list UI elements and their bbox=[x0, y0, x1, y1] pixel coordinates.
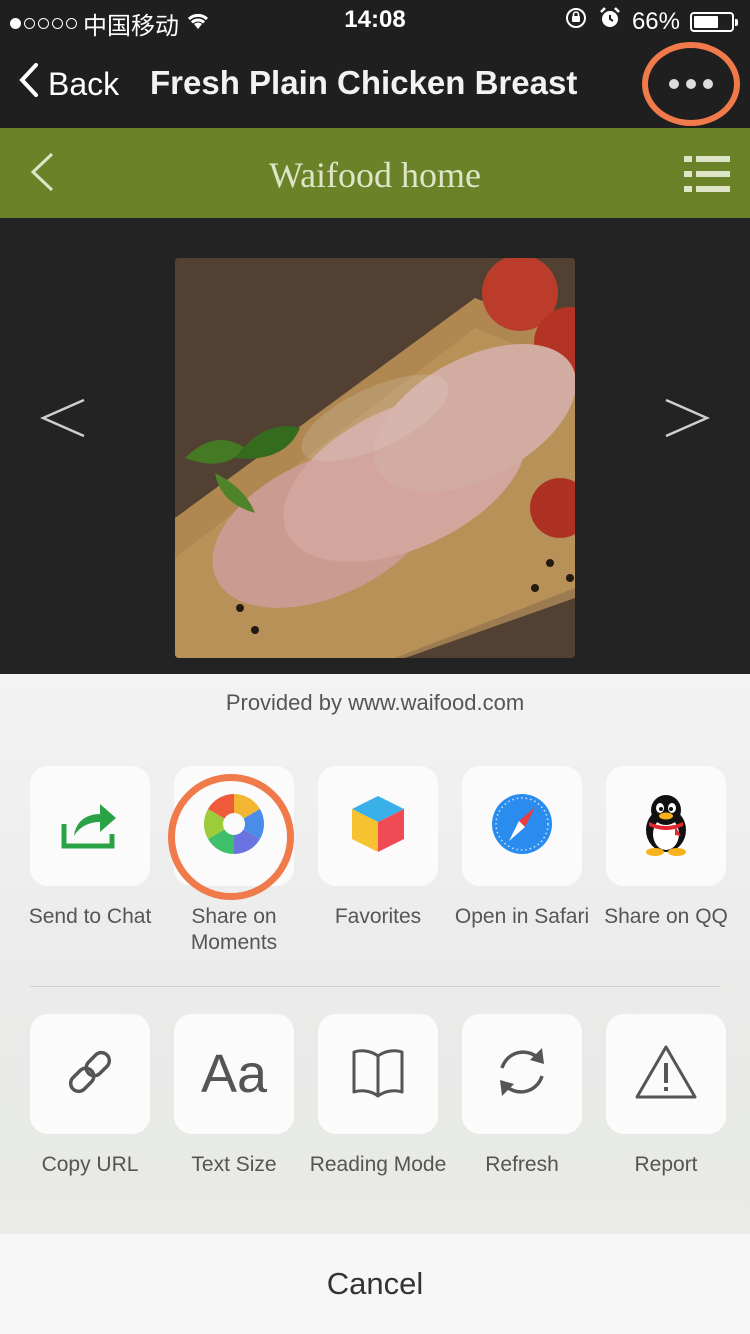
back-button[interactable]: Back bbox=[18, 62, 119, 106]
gallery-next-button[interactable] bbox=[664, 398, 711, 443]
sheet-divider bbox=[30, 986, 720, 987]
refresh-tile[interactable] bbox=[462, 1014, 582, 1134]
share-on-qq-button[interactable]: Share on QQ bbox=[604, 766, 728, 930]
chevron-left-icon bbox=[18, 62, 40, 106]
more-dots-icon bbox=[669, 79, 679, 89]
open-in-safari-button[interactable]: Open in Safari bbox=[455, 766, 589, 930]
provided-by-text: Provided by www.waifood.com bbox=[225, 690, 525, 715]
open-in-safari-tile[interactable] bbox=[462, 766, 582, 886]
status-bar: 中国移动 14:08 66% bbox=[0, 0, 750, 40]
cancel-button[interactable]: Cancel bbox=[0, 1234, 750, 1334]
page-title: Fresh Plain Chicken Breast bbox=[150, 64, 578, 101]
site-header: Waifood home bbox=[0, 128, 750, 218]
link-icon bbox=[60, 1042, 120, 1107]
warning-icon bbox=[634, 1043, 698, 1106]
send-to-chat-button[interactable]: Send to Chat bbox=[29, 766, 151, 930]
favorites-button[interactable]: Favorites bbox=[318, 766, 438, 930]
safari-compass-icon bbox=[491, 793, 553, 860]
list-menu-icon bbox=[684, 156, 730, 196]
battery-percent: 66% bbox=[631, 7, 680, 35]
moments-aperture-icon bbox=[202, 792, 266, 861]
favorites-cube-icon bbox=[348, 792, 408, 861]
book-icon bbox=[350, 1046, 406, 1103]
nav-bar: Back Fresh Plain Chicken Breast bbox=[0, 40, 750, 128]
text-size-button[interactable]: Aa Text Size bbox=[174, 1014, 294, 1178]
report-tile[interactable] bbox=[606, 1014, 726, 1134]
copy-url-tile[interactable] bbox=[30, 1014, 150, 1134]
favorites-label: Favorites bbox=[334, 905, 422, 928]
text-size-label: Text Size bbox=[191, 1153, 277, 1176]
share-arrow-icon bbox=[60, 798, 120, 855]
open-in-safari-label: Open in Safari bbox=[454, 905, 590, 928]
back-label: Back bbox=[48, 65, 120, 102]
angle-left-icon bbox=[39, 398, 86, 442]
share-on-moments-tile[interactable] bbox=[174, 766, 294, 886]
product-gallery bbox=[0, 218, 750, 674]
share-on-qq-tile[interactable] bbox=[606, 766, 726, 886]
qq-penguin-icon bbox=[639, 792, 693, 861]
send-to-chat-tile[interactable] bbox=[30, 766, 150, 886]
more-button[interactable] bbox=[642, 42, 740, 126]
share-on-qq-label: Share on QQ bbox=[604, 905, 728, 928]
text-size-tile[interactable]: Aa bbox=[174, 1014, 294, 1134]
refresh-icon bbox=[492, 1042, 552, 1107]
battery-icon bbox=[690, 11, 738, 32]
share-on-moments-label: Share on Moments bbox=[190, 905, 278, 954]
refresh-button[interactable]: Refresh bbox=[462, 1014, 582, 1178]
reading-mode-button[interactable]: Reading Mode bbox=[310, 1014, 446, 1178]
site-title: Waifood home bbox=[268, 155, 482, 195]
text-size-icon: Aa bbox=[200, 1044, 268, 1104]
chicken-breast-photo bbox=[175, 258, 575, 658]
share-action-sheet: Provided by www.waifood.com Send to Chat bbox=[0, 674, 750, 1334]
report-label: Report bbox=[634, 1153, 698, 1176]
status-right: 66% bbox=[564, 6, 738, 37]
alarm-icon bbox=[598, 6, 622, 37]
copy-url-label: Copy URL bbox=[41, 1153, 139, 1176]
share-on-moments-button[interactable]: Share on Moments bbox=[174, 766, 294, 956]
rotation-lock-icon bbox=[564, 6, 588, 37]
site-menu-button[interactable] bbox=[684, 156, 730, 197]
refresh-label: Refresh bbox=[485, 1153, 559, 1176]
copy-url-button[interactable]: Copy URL bbox=[30, 1014, 150, 1178]
reading-mode-label: Reading Mode bbox=[309, 1153, 447, 1176]
angle-right-icon bbox=[664, 398, 711, 442]
report-button[interactable]: Report bbox=[606, 1014, 726, 1178]
send-to-chat-label: Send to Chat bbox=[28, 905, 152, 928]
favorites-tile[interactable] bbox=[318, 766, 438, 886]
reading-mode-tile[interactable] bbox=[318, 1014, 438, 1134]
gallery-prev-button[interactable] bbox=[39, 398, 86, 443]
